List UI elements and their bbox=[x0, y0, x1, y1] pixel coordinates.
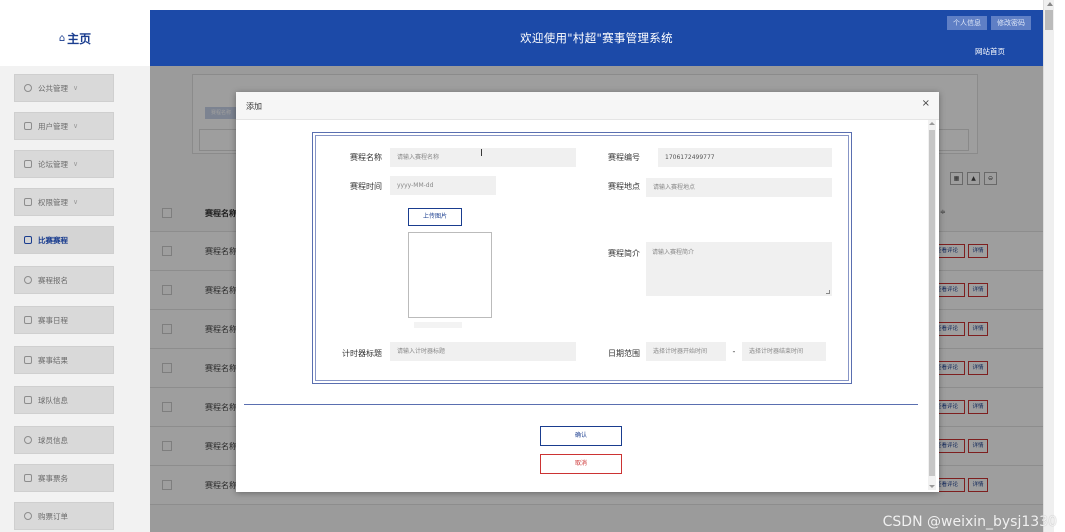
dialog-title: 添加 bbox=[246, 102, 262, 111]
doc-icon bbox=[24, 316, 32, 324]
list-icon bbox=[24, 160, 32, 168]
time-label: 赛程时间 bbox=[350, 182, 382, 191]
intro-textarea[interactable]: 请输入赛程简介 bbox=[646, 242, 832, 296]
range-start-input[interactable]: 选择计时器开始时间 bbox=[646, 342, 726, 361]
resize-grip-icon[interactable] bbox=[826, 290, 830, 294]
round-icon bbox=[24, 436, 32, 444]
site-home-link[interactable]: 网站首页 bbox=[975, 46, 1005, 57]
add-dialog: 添加 × 赛程名称 请输入赛程名称 I 赛程编号 1706172499777 赛… bbox=[236, 92, 939, 492]
sidebar-item-label: 赛事票务 bbox=[38, 473, 68, 483]
home-link[interactable]: ⌂ 主页 bbox=[0, 10, 150, 66]
timer-title-label: 计时器标题 bbox=[342, 349, 382, 358]
sidebar-item-10[interactable]: 赛事票务 bbox=[14, 464, 114, 492]
sidebar-item-label: 球员信息 bbox=[38, 435, 68, 445]
time-input[interactable]: yyyy-MM-dd bbox=[390, 176, 496, 195]
scroll-up-icon[interactable] bbox=[1047, 2, 1053, 6]
chevron-down-icon: ∨ bbox=[73, 198, 79, 206]
sidebar-item-label: 权限管理 bbox=[38, 197, 68, 207]
dialog-scrollbar[interactable] bbox=[928, 120, 936, 490]
sidebar-item-6[interactable]: 赛事日程 bbox=[14, 306, 114, 334]
sidebar-item-label: 公共管理 bbox=[38, 83, 68, 93]
form-divider bbox=[244, 404, 918, 405]
change-password-button[interactable]: 修改密码 bbox=[991, 16, 1031, 30]
sidebar-item-label: 比赛赛程 bbox=[38, 235, 68, 245]
range-end-input[interactable]: 选择计时器结束时间 bbox=[742, 342, 826, 361]
page-scroll-thumb[interactable] bbox=[1045, 10, 1053, 30]
dialog-header: 添加 × bbox=[236, 92, 939, 120]
dialog-scroll-thumb[interactable] bbox=[929, 130, 935, 476]
sidebar-item-label: 论坛管理 bbox=[38, 159, 68, 169]
cancel-button[interactable]: 取消 bbox=[540, 454, 622, 474]
number-input[interactable]: 1706172499777 bbox=[658, 148, 832, 167]
home-icon: ⌂ bbox=[58, 32, 66, 44]
top-header: 欢迎使用"村超"赛事管理系统 个人信息 修改密码 网站首页 bbox=[150, 10, 1043, 66]
timer-title-input[interactable]: 请输入计时器标题 bbox=[390, 342, 576, 361]
sidebar-item-label: 赛程报名 bbox=[38, 275, 68, 285]
close-icon[interactable]: × bbox=[922, 98, 930, 109]
number-label: 赛程编号 bbox=[608, 153, 640, 162]
watermark: CSDN @weixin_bysj1330 bbox=[882, 514, 1057, 530]
image-progress bbox=[414, 322, 462, 328]
home-label: 主页 bbox=[67, 31, 92, 46]
chevron-down-icon: ∨ bbox=[73, 160, 79, 168]
sidebar-item-label: 赛事日程 bbox=[38, 315, 68, 325]
doc-icon bbox=[24, 396, 32, 404]
upload-image-button[interactable]: 上传图片 bbox=[408, 208, 462, 226]
sidebar-item-4[interactable]: 比赛赛程 bbox=[14, 226, 114, 254]
list-icon bbox=[24, 356, 32, 364]
doc-icon bbox=[24, 122, 32, 130]
page-scrollbar[interactable] bbox=[1043, 0, 1054, 532]
scroll-up-icon[interactable] bbox=[929, 122, 935, 125]
header-actions: 个人信息 修改密码 bbox=[947, 16, 1031, 30]
text-cursor-icon: I bbox=[480, 148, 483, 159]
sidebar-item-8[interactable]: 球队信息 bbox=[14, 386, 114, 414]
system-title: 欢迎使用"村超"赛事管理系统 bbox=[520, 31, 673, 45]
sidebar: 公共管理 ∨ 用户管理 ∨ 论坛管理 ∨ 权限管理 ∨ 比赛赛程赛程报名赛事日程赛事结果球队信息… bbox=[0, 66, 150, 532]
sidebar-item-0[interactable]: 公共管理 ∨ bbox=[14, 74, 114, 102]
intro-label: 赛程简介 bbox=[608, 249, 640, 258]
doc-icon bbox=[24, 198, 32, 206]
sidebar-item-7[interactable]: 赛事结果 bbox=[14, 346, 114, 374]
confirm-button[interactable]: 确认 bbox=[540, 426, 622, 446]
intro-placeholder: 请输入赛程简介 bbox=[652, 249, 695, 256]
sidebar-item-9[interactable]: 球员信息 bbox=[14, 426, 114, 454]
date-range-label: 日期范围 bbox=[608, 349, 640, 358]
chevron-down-icon: ∨ bbox=[73, 84, 79, 92]
sidebar-item-2[interactable]: 论坛管理 ∨ bbox=[14, 150, 114, 178]
list-icon bbox=[24, 236, 32, 244]
sidebar-item-label: 用户管理 bbox=[38, 121, 68, 131]
chevron-down-icon: ∨ bbox=[73, 122, 79, 130]
scroll-down-icon[interactable] bbox=[929, 485, 935, 488]
name-input[interactable]: 请输入赛程名称 bbox=[390, 148, 576, 167]
sidebar-item-label: 赛事结果 bbox=[38, 355, 68, 365]
location-input[interactable]: 请输入赛程地点 bbox=[646, 178, 832, 197]
round-icon bbox=[24, 276, 32, 284]
app-frame: ⌂ 主页 欢迎使用"村超"赛事管理系统 个人信息 修改密码 网站首页 公共管理 ∨… bbox=[0, 0, 1065, 532]
round-icon bbox=[24, 84, 32, 92]
image-preview bbox=[408, 232, 492, 318]
location-label: 赛程地点 bbox=[608, 182, 640, 191]
sidebar-item-11[interactable]: 购票订单 bbox=[14, 502, 114, 530]
sidebar-item-3[interactable]: 权限管理 ∨ bbox=[14, 188, 114, 216]
name-label: 赛程名称 bbox=[350, 153, 382, 162]
sidebar-item-5[interactable]: 赛程报名 bbox=[14, 266, 114, 294]
personal-info-button[interactable]: 个人信息 bbox=[947, 16, 987, 30]
round-icon bbox=[24, 512, 32, 520]
sidebar-item-1[interactable]: 用户管理 ∨ bbox=[14, 112, 114, 140]
list-icon bbox=[24, 474, 32, 482]
sidebar-item-label: 球队信息 bbox=[38, 395, 68, 405]
sidebar-item-label: 购票订单 bbox=[38, 511, 68, 521]
range-separator: - bbox=[732, 347, 736, 356]
